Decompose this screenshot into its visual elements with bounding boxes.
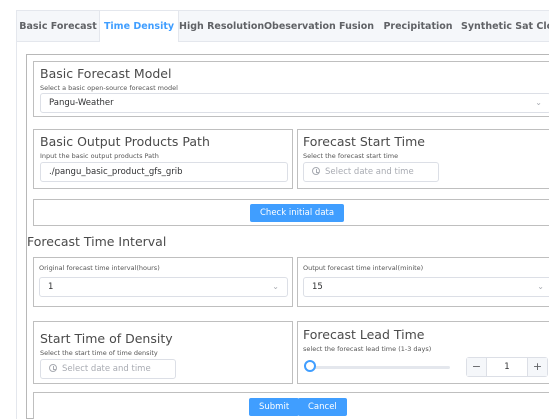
tab-time-density[interactable]: Time Density: [99, 11, 179, 43]
output-interval-select[interactable]: 15 ⌄: [303, 277, 549, 297]
original-interval-select[interactable]: 1 ⌄: [39, 277, 288, 297]
basic-model-subtitle: Select a basic open-source forecast mode…: [40, 84, 178, 92]
tab-high-resolution[interactable]: High Resolution: [179, 11, 264, 42]
tab-observation-fusion[interactable]: Obeservation Fusion: [263, 11, 375, 42]
clock-icon: [49, 363, 57, 372]
interval-title: Forecast Time Interval: [27, 234, 167, 249]
density-start-placeholder: Select date and time: [62, 364, 151, 374]
output-path-title: Basic Output Products Path: [40, 134, 210, 149]
lead-time-slider[interactable]: [310, 366, 450, 369]
tab-bar: Basic Forecast Time Density High Resolut…: [16, 10, 549, 43]
density-start-title: Start Time of Density: [40, 331, 173, 346]
lead-time-stepper: − 1 +: [466, 357, 548, 377]
chevron-down-icon: ⌄: [535, 98, 542, 107]
plus-icon[interactable]: +: [527, 358, 547, 376]
minus-icon[interactable]: −: [467, 358, 487, 376]
output-path-section: Basic Output Products Path Input the bas…: [33, 129, 293, 189]
form-container: Basic Forecast Model Select a basic open…: [26, 54, 549, 419]
output-path-value: ./pangu_basic_product_gfs_grib: [49, 167, 183, 177]
basic-model-section: Basic Forecast Model Select a basic open…: [33, 61, 549, 117]
lead-time-section: Forecast Lead Time select the forecast l…: [297, 321, 549, 384]
density-start-picker[interactable]: Select date and time: [40, 359, 176, 379]
output-path-subtitle: Input the basic output products Path: [40, 152, 159, 160]
submit-button[interactable]: Submit: [249, 398, 300, 416]
output-path-input[interactable]: ./pangu_basic_product_gfs_grib: [40, 162, 288, 182]
output-interval-value: 15: [312, 282, 323, 292]
lead-time-slider-handle[interactable]: [304, 360, 316, 372]
chevron-down-icon: ⌄: [272, 282, 279, 291]
lead-time-value[interactable]: 1: [487, 358, 527, 376]
check-initial-data-button[interactable]: Check initial data: [250, 204, 345, 222]
density-start-subtitle: Select the start time of time density: [40, 349, 158, 357]
basic-model-title: Basic Forecast Model: [40, 66, 172, 81]
tab-content: Basic Forecast Model Select a basic open…: [16, 42, 549, 419]
basic-model-value: Pangu-Weather: [49, 98, 114, 108]
original-interval-label: Original forecast time interval(hours): [39, 264, 160, 272]
page: Basic Forecast Time Density High Resolut…: [0, 0, 549, 419]
original-interval-section: Original forecast time interval(hours) 1…: [33, 257, 293, 307]
chevron-down-icon: ⌄: [537, 282, 544, 291]
basic-model-select[interactable]: Pangu-Weather ⌄: [40, 93, 549, 113]
start-time-picker[interactable]: Select date and time: [303, 162, 439, 182]
check-data-section: Check initial data: [33, 199, 549, 226]
start-time-subtitle: Select the forecast start time: [303, 152, 399, 160]
output-interval-section: Output forecast time interval(minite) 15…: [297, 257, 549, 307]
output-interval-label: Output forecast time interval(minite): [303, 264, 424, 272]
actions-section: Submit Cancel: [33, 392, 549, 419]
cancel-button[interactable]: Cancel: [298, 398, 347, 416]
tab-precipitation[interactable]: Precipitation: [375, 11, 461, 42]
start-time-title: Forecast Start Time: [303, 134, 425, 149]
lead-time-subtitle: select the forecast lead time (1-3 days): [303, 345, 432, 353]
start-time-section: Forecast Start Time Select the forecast …: [297, 129, 549, 189]
tab-basic-forecast[interactable]: Basic Forecast: [17, 11, 99, 42]
tab-synthetic-sat-cloud[interactable]: Synthetic Sat Cloud: [461, 11, 549, 42]
original-interval-value: 1: [48, 282, 54, 292]
lead-time-title: Forecast Lead Time: [303, 327, 425, 342]
start-time-placeholder: Select date and time: [325, 167, 414, 177]
density-start-section: Start Time of Density Select the start t…: [33, 321, 293, 384]
clock-icon: [312, 166, 320, 175]
